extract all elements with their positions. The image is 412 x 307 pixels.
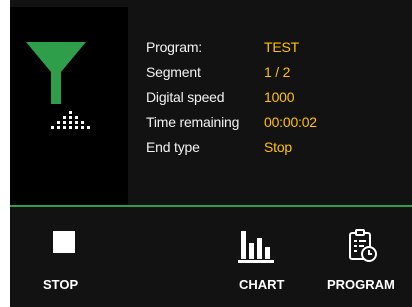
section-divider bbox=[10, 205, 412, 207]
program-value: TEST bbox=[264, 39, 299, 55]
device-screen: Program: TEST Segment 1 / 2 Digital speed 1… bbox=[10, 0, 412, 307]
segment-value: 1 / 2 bbox=[264, 64, 291, 80]
digital-speed-value: 1000 bbox=[264, 89, 295, 105]
program-label: Program: bbox=[146, 39, 202, 55]
stop-button[interactable]: STOP bbox=[10, 212, 120, 304]
digital-speed-label: Digital speed bbox=[146, 89, 225, 105]
particles-icon bbox=[51, 111, 90, 129]
time-remaining-value: 00:00:02 bbox=[264, 114, 317, 130]
status-row-segment: Segment 1 / 2 bbox=[146, 63, 290, 81]
program-button[interactable]: PROGRAM bbox=[312, 212, 412, 304]
stop-button-label: STOP bbox=[43, 277, 79, 292]
program-button-label: PROGRAM bbox=[327, 277, 395, 292]
program-schedule-icon bbox=[349, 229, 377, 262]
status-row-digital-speed: Digital speed 1000 bbox=[146, 88, 295, 106]
time-remaining-label: Time remaining bbox=[146, 114, 240, 130]
end-type-label: End type bbox=[146, 139, 200, 155]
status-row-end-type: End type Stop bbox=[146, 138, 292, 156]
chart-button[interactable]: CHART bbox=[222, 212, 312, 304]
status-row-time-remaining: Time remaining 00:00:02 bbox=[146, 113, 317, 131]
process-visual-panel bbox=[10, 7, 128, 205]
status-info-panel: Program: TEST Segment 1 / 2 Digital speed 1… bbox=[128, 7, 412, 205]
segment-label: Segment bbox=[146, 64, 201, 80]
end-type-value: Stop bbox=[264, 139, 292, 155]
chart-button-label: CHART bbox=[239, 277, 285, 292]
bar-chart-icon bbox=[238, 231, 274, 263]
funnel-icon bbox=[26, 42, 86, 104]
stop-icon bbox=[53, 231, 75, 253]
status-row-program: Program: TEST bbox=[146, 38, 299, 56]
